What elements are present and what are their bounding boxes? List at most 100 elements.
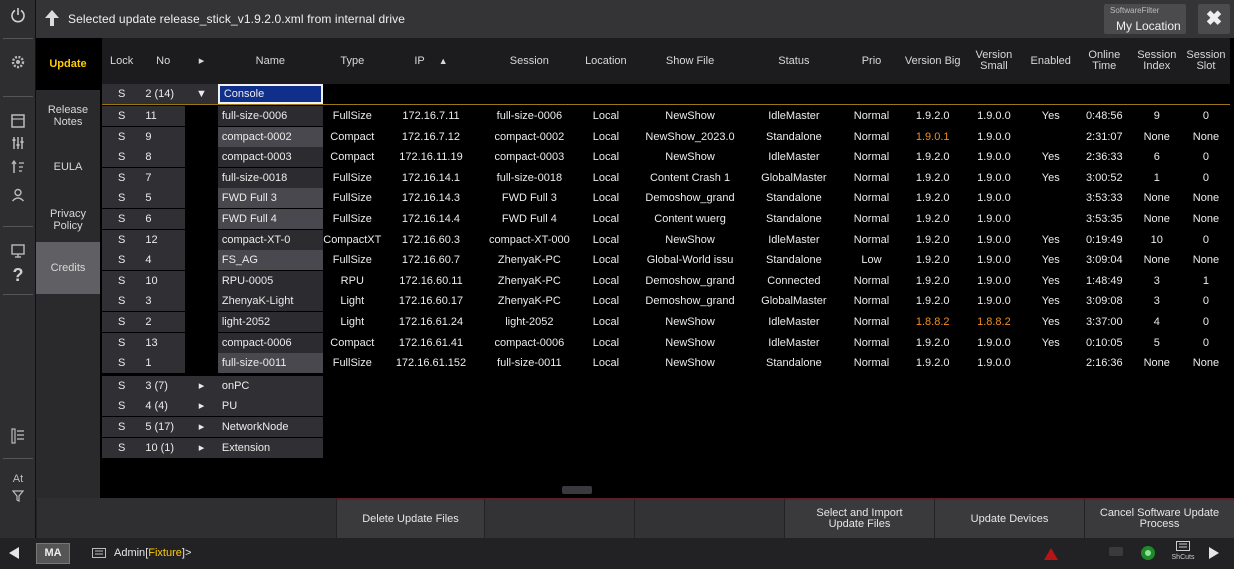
cell-ip[interactable]: 172.16.61.152	[382, 353, 480, 373]
cell-enabled[interactable]: Yes	[1025, 168, 1077, 188]
cell-lock[interactable]: S	[102, 270, 142, 291]
cell-vbig[interactable]: 1.9.2.0	[902, 106, 963, 126]
cell-sidx[interactable]: 5	[1132, 333, 1182, 353]
cell-vsmall[interactable]: 1.9.0.0	[963, 147, 1024, 167]
cell-vsmall[interactable]: 1.8.8.2	[963, 312, 1024, 332]
table-row[interactable]: S 10 RPU-0005 RPU 172.16.60.11 ZhenyaK-PC Loca…	[102, 270, 1230, 291]
cell-sslot[interactable]: 0	[1182, 106, 1230, 126]
cell-no[interactable]: 13	[141, 332, 186, 353]
cell-lock[interactable]: S	[102, 229, 142, 250]
group-row[interactable]: S3 (7) ▸ onPC	[102, 375, 1230, 396]
cell-prio[interactable]: Normal	[841, 353, 902, 373]
cell-sslot[interactable]: 0	[1182, 230, 1230, 250]
cell-lock[interactable]: S	[102, 312, 142, 332]
cell-sidx[interactable]: 3	[1132, 271, 1182, 291]
column-header-name[interactable]: Name	[218, 38, 323, 84]
cell-enabled[interactable]: Yes	[1025, 147, 1077, 167]
cell-no[interactable]: 6	[141, 209, 186, 229]
column-header-enabled[interactable]: Enabled	[1025, 38, 1077, 84]
cell-lock[interactable]: S	[102, 417, 142, 437]
cell-name[interactable]: onPC	[217, 375, 323, 396]
cell-name[interactable]: NetworkNode	[217, 417, 323, 437]
cell-online[interactable]: 3:53:35	[1077, 209, 1132, 229]
cell-prio[interactable]: Normal	[841, 333, 902, 353]
cell-show[interactable]: Content Crash 1	[633, 168, 747, 188]
cell-prio[interactable]: Normal	[841, 168, 902, 188]
cell-name[interactable]: full-size-0006	[217, 106, 323, 126]
cell-no[interactable]: 3 (7)	[141, 375, 186, 396]
layers-icon[interactable]	[0, 428, 36, 450]
column-header-show[interactable]: Show File	[633, 38, 747, 84]
cell-show[interactable]: Demoshow_grand	[633, 188, 747, 208]
cell-enabled[interactable]: Yes	[1025, 291, 1077, 311]
cell-session[interactable]: compact-0003	[480, 147, 578, 167]
help-icon[interactable]: ?	[0, 264, 36, 286]
cell-online[interactable]: 2:31:07	[1077, 127, 1132, 147]
cell-online[interactable]: 3:09:08	[1077, 291, 1132, 311]
cell-name[interactable]: light-2052	[217, 312, 323, 332]
cell-lock[interactable]: S	[102, 396, 142, 417]
cell-lock[interactable]: S	[102, 375, 142, 396]
cell-vbig[interactable]: 1.8.8.2	[902, 312, 963, 332]
cell-type[interactable]: FullSize	[323, 209, 382, 229]
cell-vbig[interactable]: 1.9.0.1	[902, 127, 963, 147]
cell-lock[interactable]: S	[102, 84, 142, 104]
cell-ip[interactable]: 172.16.60.11	[382, 271, 480, 291]
column-header-sidx[interactable]: Session Index	[1132, 38, 1182, 84]
table-row[interactable]: S 11 full-size-0006 FullSize 172.16.7.11 full…	[102, 106, 1230, 126]
cell-lock[interactable]: S	[102, 126, 142, 147]
cell-online[interactable]: 0:10:05	[1077, 333, 1132, 353]
column-header-location[interactable]: Location	[579, 38, 634, 84]
tab-eula[interactable]: EULA	[36, 156, 100, 178]
cancel-software-update-button[interactable]: Cancel Software Update Process	[1084, 498, 1234, 538]
cell-lock[interactable]: S	[102, 147, 142, 168]
cell-type[interactable]: Compact	[323, 147, 382, 167]
cell-sidx[interactable]: 4	[1132, 312, 1182, 332]
cell-vsmall[interactable]: 1.9.0.0	[963, 230, 1024, 250]
cell-enabled[interactable]	[1025, 188, 1077, 208]
cell-type[interactable]: FullSize	[323, 188, 382, 208]
cell-arrow[interactable]: ▸	[185, 417, 218, 437]
cell-no[interactable]: 9	[141, 126, 186, 147]
cell-location[interactable]: Local	[579, 250, 634, 270]
cell-no[interactable]: 10	[141, 270, 186, 291]
column-header-online[interactable]: Online Time	[1077, 38, 1132, 84]
cell-prio[interactable]: Normal	[841, 106, 902, 126]
column-header-prio[interactable]: Prio	[841, 38, 902, 84]
cell-vbig[interactable]: 1.9.2.0	[902, 209, 963, 229]
cell-no[interactable]: 2	[141, 312, 186, 332]
cell-type[interactable]: FullSize	[323, 250, 382, 270]
cell-prio[interactable]: Normal	[841, 209, 902, 229]
triangle-right-icon[interactable]	[1208, 546, 1220, 563]
cell-sidx[interactable]: None	[1132, 188, 1182, 208]
cell-location[interactable]: Local	[579, 312, 634, 332]
cell-location[interactable]: Local	[579, 209, 634, 229]
cell-status[interactable]: Standalone	[747, 250, 841, 270]
cell-online[interactable]: 0:48:56	[1077, 106, 1132, 126]
command-line-input[interactable]: Admin[Fixture]>	[114, 547, 191, 559]
cell-name[interactable]: Extension	[217, 437, 323, 458]
cell-show[interactable]: Demoshow_grand	[633, 271, 747, 291]
cell-show[interactable]: NewShow	[633, 312, 747, 332]
cell-sslot[interactable]: 0	[1182, 147, 1230, 167]
cell-enabled[interactable]: Yes	[1025, 271, 1077, 291]
cell-lock[interactable]: S	[102, 250, 142, 271]
cell-vsmall[interactable]: 1.9.0.0	[963, 333, 1024, 353]
cell-no[interactable]: 3	[141, 291, 186, 312]
cell-lock[interactable]: S	[102, 209, 142, 229]
cell-name[interactable]: full-size-0018	[217, 167, 323, 188]
cell-status[interactable]: Standalone	[747, 209, 841, 229]
column-header-vbig[interactable]: Version Big	[902, 38, 963, 84]
triangle-left-icon[interactable]	[8, 546, 20, 563]
filter-icon[interactable]	[0, 134, 36, 156]
cell-location[interactable]: Local	[579, 291, 634, 311]
cell-enabled[interactable]: Yes	[1025, 230, 1077, 250]
cell-status[interactable]: Connected	[747, 271, 841, 291]
cell-arrow[interactable]: ▼	[185, 84, 218, 104]
column-header-session[interactable]: Session	[480, 38, 578, 84]
group-row[interactable]: S2 (14) ▼ Console	[102, 84, 1230, 104]
cell-name[interactable]: ZhenyaK-Light	[217, 291, 323, 312]
cell-vbig[interactable]: 1.9.2.0	[902, 353, 963, 373]
cell-show[interactable]: Content wuerg	[633, 209, 747, 229]
cell-show[interactable]: NewShow	[633, 106, 747, 126]
